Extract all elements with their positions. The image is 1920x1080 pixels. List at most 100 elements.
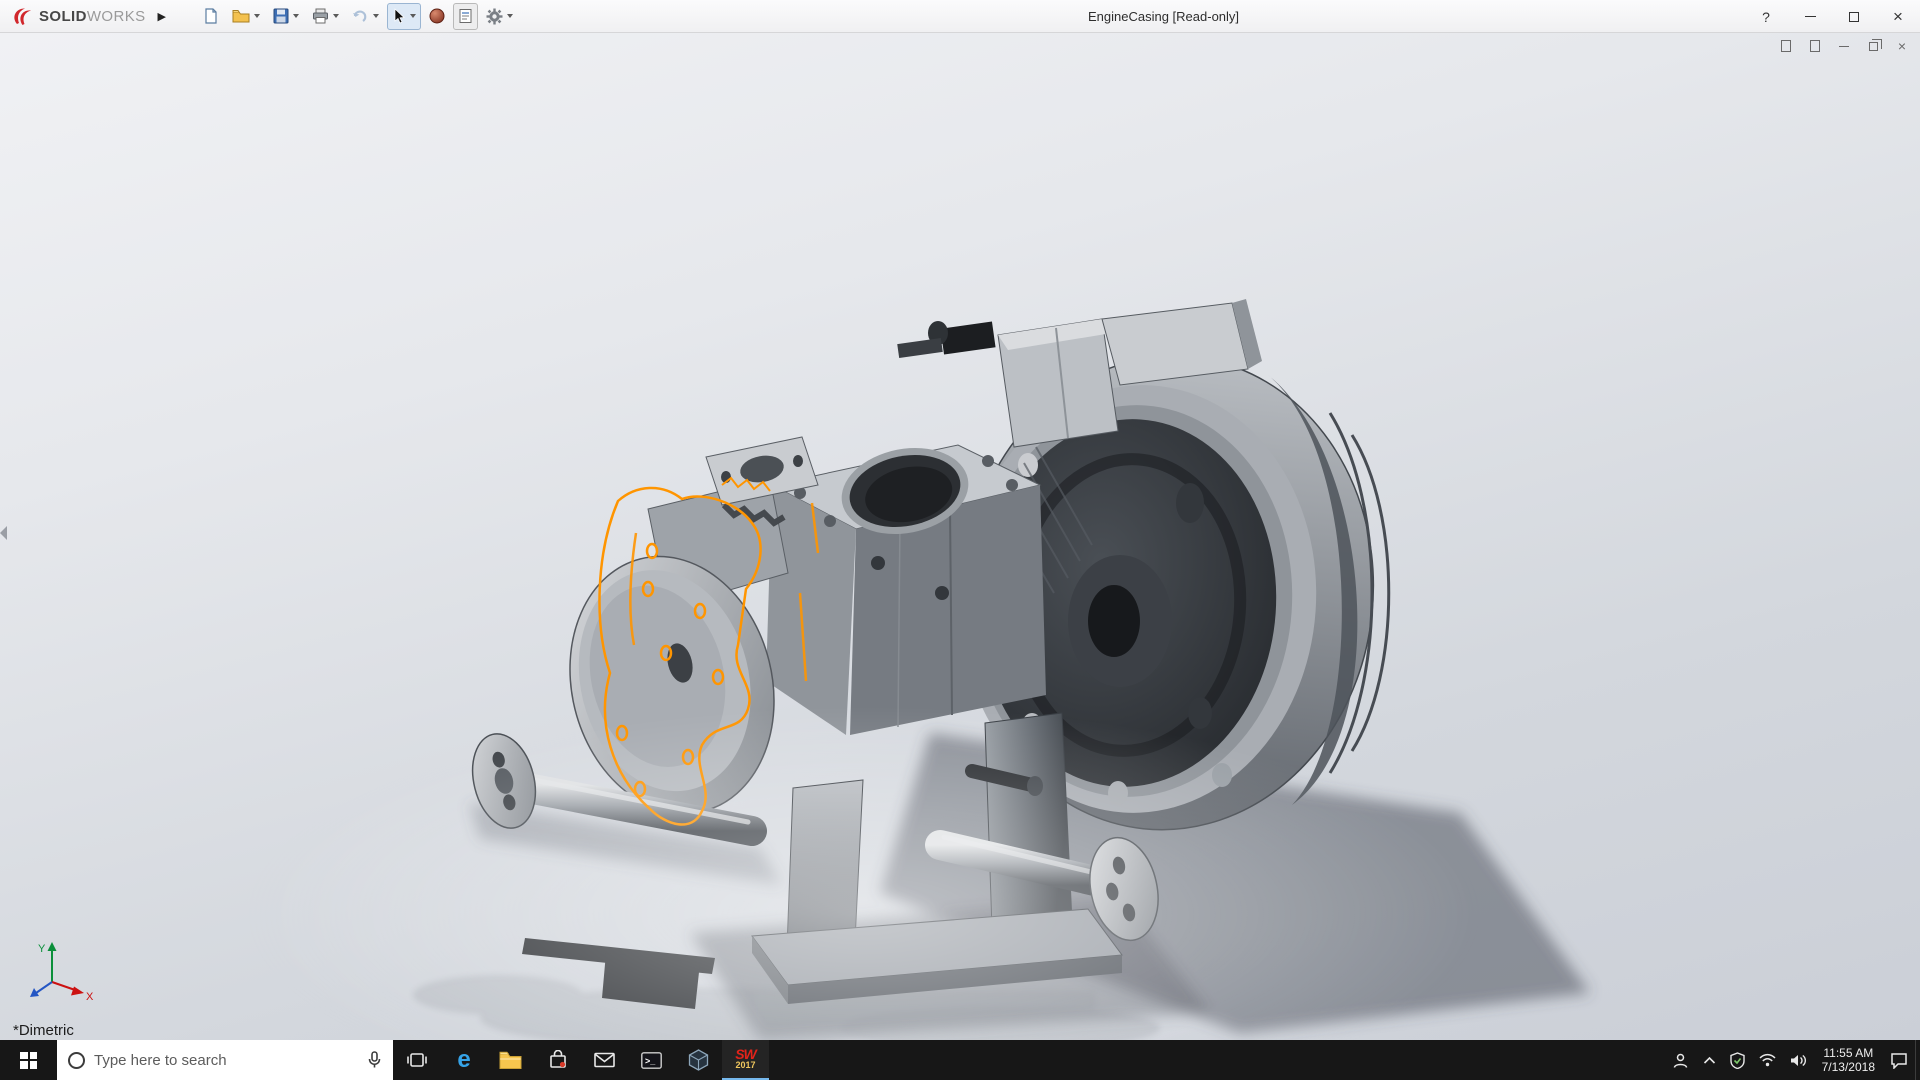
hidden-icons-button[interactable] — [1696, 1040, 1723, 1080]
undo-dropdown-caret[interactable] — [372, 14, 379, 18]
undo-button[interactable] — [347, 3, 384, 30]
select-tool-button[interactable] — [386, 2, 421, 30]
system-tray: 11:55 AM 7/13/2018 — [1665, 1040, 1920, 1080]
windows-logo-icon — [20, 1051, 37, 1069]
people-button[interactable] — [1665, 1040, 1696, 1080]
cad-viewer-icon — [688, 1049, 709, 1071]
minimize-button[interactable] — [1788, 0, 1832, 33]
doc-close-icon: × — [1897, 38, 1907, 54]
svg-text:e: e — [457, 1048, 470, 1072]
y-axis-label: Y — [38, 943, 46, 955]
undo-icon — [352, 10, 367, 22]
store-icon — [549, 1050, 566, 1068]
open-folder-icon — [232, 10, 250, 23]
taskbar-search[interactable] — [57, 1040, 393, 1080]
task-view-button[interactable] — [393, 1040, 440, 1080]
doc-close-button[interactable]: × — [1894, 38, 1910, 54]
task-view-icon — [406, 1053, 427, 1067]
taskbar-app-solidworks[interactable]: SW 2017 — [722, 1040, 769, 1080]
taskbar-app-command-prompt[interactable]: >_ — [628, 1040, 675, 1080]
action-center-button[interactable] — [1883, 1040, 1915, 1080]
ds-logo-icon — [14, 8, 31, 25]
people-icon — [1673, 1053, 1687, 1068]
reference-triad: Y X — [30, 942, 94, 1002]
cortana-icon — [68, 1051, 85, 1069]
start-button[interactable] — [0, 1040, 57, 1080]
taskbar-app-file-explorer[interactable] — [487, 1040, 534, 1080]
print-button[interactable] — [307, 3, 344, 30]
solidworks-taskbar-icon: SW 2017 — [735, 1046, 757, 1070]
minimize-icon — [1804, 16, 1816, 17]
save-dropdown-caret[interactable] — [292, 14, 299, 18]
document-window-controls: × — [1778, 38, 1910, 54]
command-prompt-icon: >_ — [641, 1051, 662, 1069]
document-properties-icon — [459, 9, 472, 23]
solidworks-logo: SOLIDWORKS — [0, 6, 152, 26]
search-input[interactable] — [94, 1051, 358, 1069]
doc-window-icon-1 — [1781, 40, 1791, 52]
select-dropdown-caret[interactable] — [409, 14, 416, 18]
maximize-icon — [1849, 11, 1859, 22]
brand-text: SOLIDWORKS — [39, 7, 146, 25]
open-dropdown-caret[interactable] — [253, 14, 260, 18]
doc-restore-icon — [1868, 38, 1882, 51]
taskbar-clock[interactable]: 11:55 AM 7/13/2018 — [1814, 1046, 1883, 1074]
show-desktop-button[interactable] — [1915, 1040, 1920, 1080]
settings-button[interactable] — [481, 3, 518, 30]
security-tray-button[interactable] — [1723, 1040, 1752, 1080]
doc-window-button-1[interactable] — [1778, 38, 1794, 54]
file-explorer-icon — [499, 1051, 522, 1069]
document-title: EngineCasing [Read-only] — [1087, 8, 1240, 24]
taskbar-app-edge[interactable]: e — [440, 1040, 487, 1080]
doc-window-button-2[interactable] — [1807, 38, 1823, 54]
close-button[interactable]: × — [1876, 0, 1920, 33]
mail-icon — [594, 1052, 615, 1068]
settings-dropdown-caret[interactable] — [506, 14, 513, 18]
help-button[interactable]: ? — [1744, 0, 1788, 33]
action-center-icon — [1891, 1052, 1907, 1069]
close-icon: × — [1893, 7, 1903, 26]
appearance-sphere-icon — [429, 8, 445, 24]
appearances-button[interactable] — [424, 3, 450, 30]
print-dropdown-caret[interactable] — [332, 14, 339, 18]
volume-tray-button[interactable] — [1783, 1040, 1814, 1080]
shield-icon — [1729, 1051, 1745, 1069]
window-controls: ? × — [1744, 0, 1920, 33]
taskbar-app-mail[interactable] — [581, 1040, 628, 1080]
svg-text:>_: >_ — [645, 1056, 656, 1066]
doc-window-icon-2 — [1810, 40, 1820, 52]
clock-time: 11:55 AM — [1823, 1046, 1874, 1060]
wifi-icon — [1759, 1053, 1776, 1067]
print-icon — [312, 8, 328, 24]
select-cursor-icon — [394, 8, 405, 24]
taskbar-app-cad-viewer[interactable] — [675, 1040, 722, 1080]
3d-model[interactable] — [0, 33, 1920, 1040]
view-orientation-label: *Dimetric — [13, 1022, 74, 1039]
doc-minimize-icon — [1839, 45, 1849, 47]
taskbar-app-store[interactable] — [534, 1040, 581, 1080]
doc-minimize-button[interactable] — [1836, 38, 1852, 54]
speaker-icon — [1790, 1054, 1806, 1066]
document-properties-button[interactable] — [452, 2, 478, 30]
network-tray-button[interactable] — [1752, 1040, 1783, 1080]
desktop: SOLIDWORKS ▶ EngineCasing [Read-only] ? … — [0, 0, 1920, 1080]
save-button[interactable] — [268, 3, 304, 30]
clock-date: 7/13/2018 — [1821, 1060, 1875, 1074]
maximize-button[interactable] — [1832, 0, 1876, 33]
taskbar: e >_ — [0, 1040, 1920, 1080]
graphics-viewport[interactable]: × Y X *Dimetric — [0, 33, 1920, 1040]
microphone-icon[interactable] — [367, 1051, 382, 1069]
doc-restore-button[interactable] — [1865, 38, 1882, 54]
x-axis-label: X — [86, 991, 94, 1002]
chevron-up-icon — [1703, 1056, 1715, 1064]
save-icon — [273, 8, 289, 24]
new-document-icon — [205, 8, 217, 24]
titlebar: SOLIDWORKS ▶ EngineCasing [Read-only] ? … — [0, 0, 1920, 33]
toolbar-expander[interactable]: ▶ — [152, 10, 176, 23]
panel-collapse-handle[interactable] — [0, 526, 7, 540]
main-toolbar — [198, 2, 518, 30]
open-button[interactable] — [227, 3, 265, 30]
gear-icon — [486, 8, 503, 24]
new-document-button[interactable] — [198, 3, 224, 30]
edge-icon: e — [457, 1048, 470, 1072]
